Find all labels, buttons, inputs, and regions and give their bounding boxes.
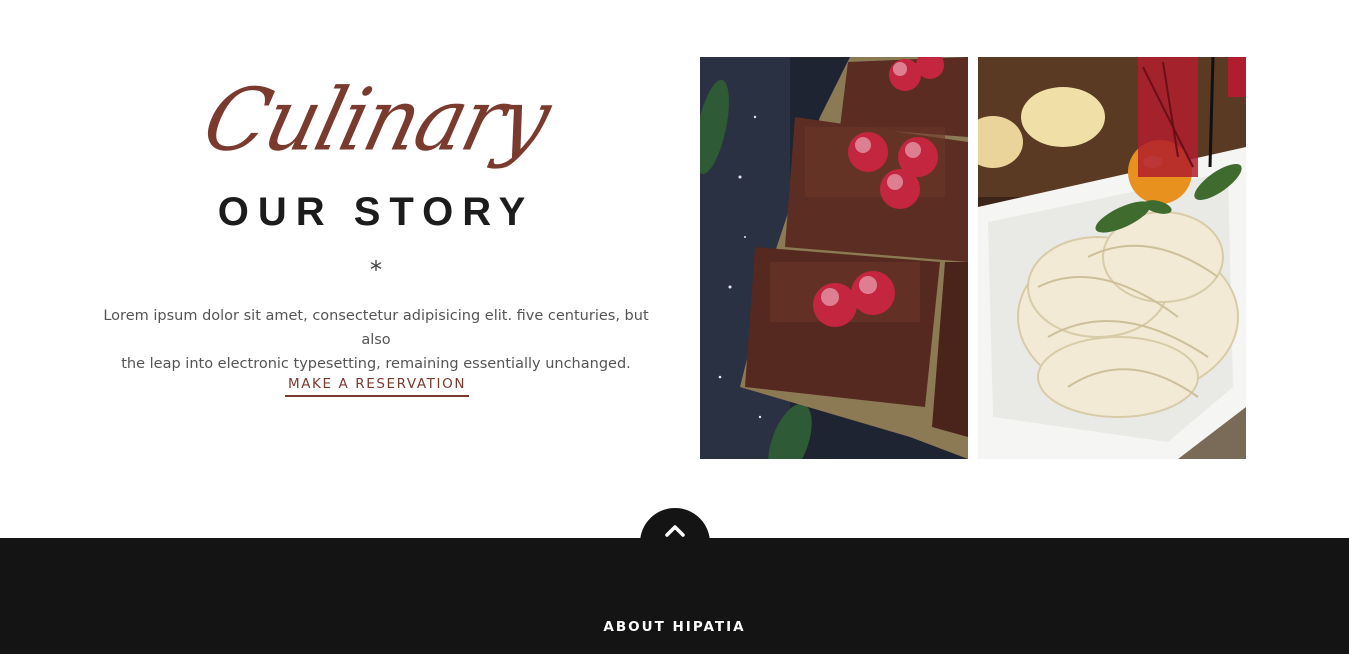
footer-title: ABOUT HIPATIA [603, 619, 746, 635]
pasta-photo [978, 57, 1246, 459]
story-description: Lorem ipsum dolor sit amet, consectetur … [90, 304, 662, 376]
brownie-illustration [700, 57, 968, 459]
chevron-up-icon [665, 525, 685, 537]
script-title: Culinary [194, 70, 559, 171]
make-reservation-link[interactable]: MAKE A RESERVATION [285, 376, 469, 397]
description-line-1: Lorem ipsum dolor sit amet, consectetur … [103, 308, 649, 348]
divider-asterisk: * [370, 256, 382, 284]
section-title: OUR STORY [217, 190, 535, 234]
pasta-illustration [978, 57, 1246, 459]
description-line-2: the leap into electronic typesetting, re… [121, 356, 631, 372]
our-story-section: Culinary OUR STORY * Lorem ipsum dolor s… [0, 0, 1349, 538]
scroll-to-top-button[interactable] [640, 508, 710, 578]
brownie-photo [700, 57, 968, 459]
